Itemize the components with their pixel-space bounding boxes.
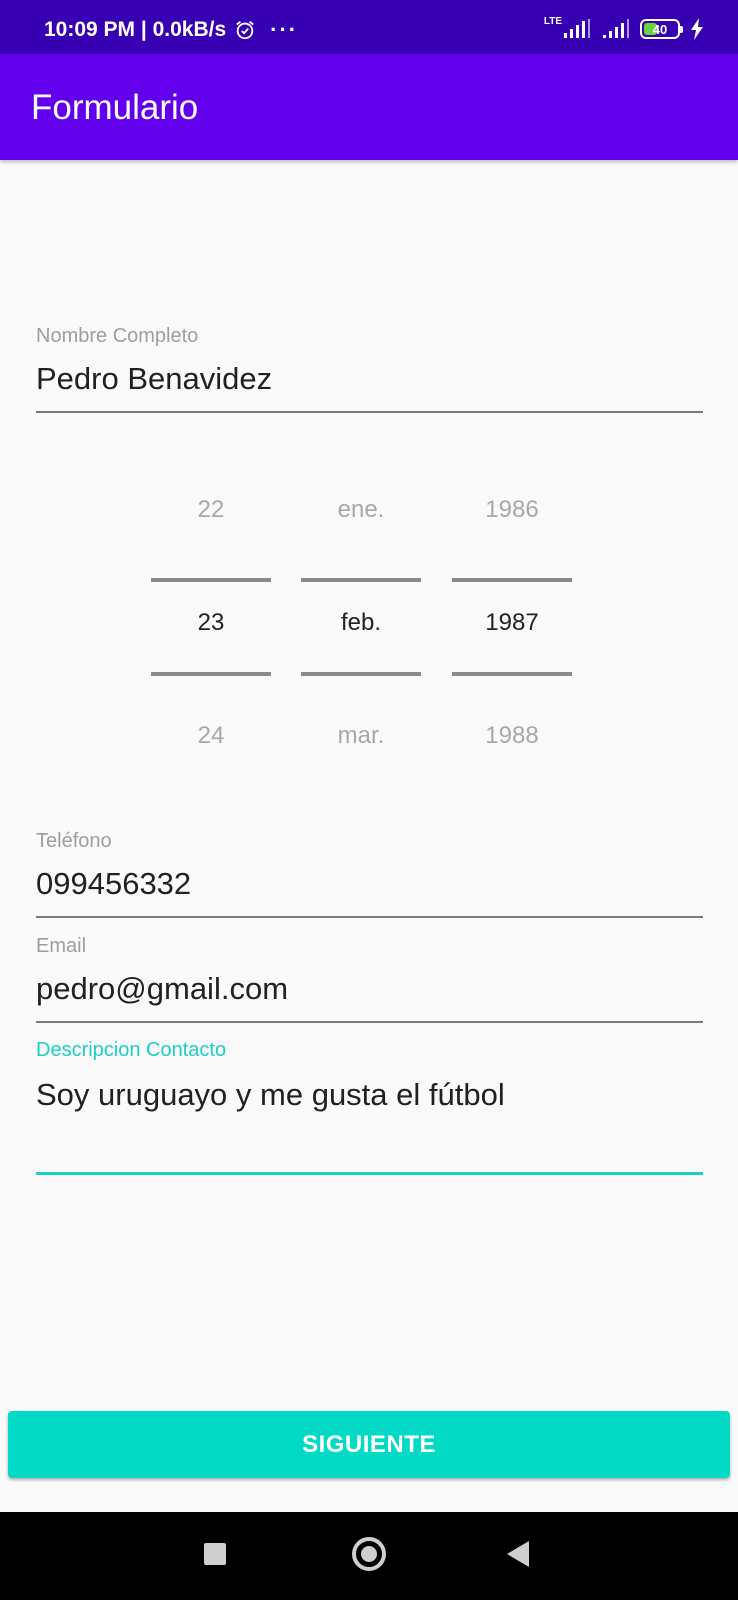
nombre-input[interactable]: Pedro Benavidez [36, 360, 703, 398]
month-divider-top [301, 578, 421, 582]
descripcion-label: Descripcion Contacto [36, 1039, 227, 1061]
year-divider-top [452, 578, 572, 582]
day-next[interactable]: 24 [151, 722, 271, 750]
nombre-label: Nombre Completo [36, 325, 199, 347]
month-next[interactable]: mar. [301, 722, 421, 750]
back-icon[interactable] [507, 1541, 529, 1567]
siguiente-button[interactable]: SIGUIENTE [8, 1411, 730, 1478]
month-divider-bottom [301, 672, 421, 676]
navigation-bar [0, 1512, 738, 1600]
signal-icon [564, 19, 590, 38]
network-type: LTE [543, 15, 562, 27]
year-selected[interactable]: 1987 [452, 609, 572, 637]
status-left: 10:09 PM | 0.0kB/s ··· [44, 18, 298, 42]
app-title: Formulario [31, 88, 199, 127]
descripcion-field[interactable]: Descripcion Contacto Soy uruguayo y me g… [36, 1038, 703, 1178]
alarm-icon [236, 21, 254, 40]
month-selected[interactable]: feb. [301, 609, 421, 637]
year-prev[interactable]: 1986 [452, 496, 572, 524]
year-divider-bottom [452, 672, 572, 676]
descripcion-underline [36, 1172, 703, 1175]
nombre-underline [36, 411, 703, 413]
month-prev[interactable]: ene. [301, 496, 421, 524]
year-next[interactable]: 1988 [452, 722, 572, 750]
email-label: Email [36, 935, 87, 957]
day-divider-top [151, 578, 271, 582]
nombre-field[interactable]: Nombre Completo Pedro Benavidez [36, 324, 703, 414]
telefono-input[interactable]: 099456332 [36, 865, 703, 903]
recents-icon[interactable] [204, 1543, 226, 1565]
app-bar: Formulario [0, 54, 738, 160]
status-time-speed: 10:09 PM | 0.0kB/s [44, 18, 227, 41]
status-right: LTE 40 [543, 15, 704, 40]
more-notifications-icon: ··· [270, 17, 299, 42]
email-underline [36, 1021, 703, 1023]
descripcion-input[interactable]: Soy uruguayo y me gusta el fútbol [36, 1076, 703, 1114]
day-selected[interactable]: 23 [151, 609, 271, 637]
signal-icon-2 [603, 19, 629, 38]
email-input[interactable]: pedro@gmail.com [36, 970, 703, 1008]
day-prev[interactable]: 22 [151, 496, 271, 524]
telefono-field[interactable]: Teléfono 099456332 [36, 829, 703, 919]
status-bar: 10:09 PM | 0.0kB/s ··· LTE 40 [0, 0, 738, 54]
battery-icon: 40 [640, 19, 683, 39]
telefono-label: Teléfono [36, 830, 112, 852]
charging-icon [691, 18, 703, 40]
battery-level: 40 [652, 21, 668, 37]
day-divider-bottom [151, 672, 271, 676]
telefono-underline [36, 916, 703, 918]
home-icon[interactable] [352, 1537, 386, 1571]
email-field[interactable]: Email pedro@gmail.com [36, 934, 703, 1024]
